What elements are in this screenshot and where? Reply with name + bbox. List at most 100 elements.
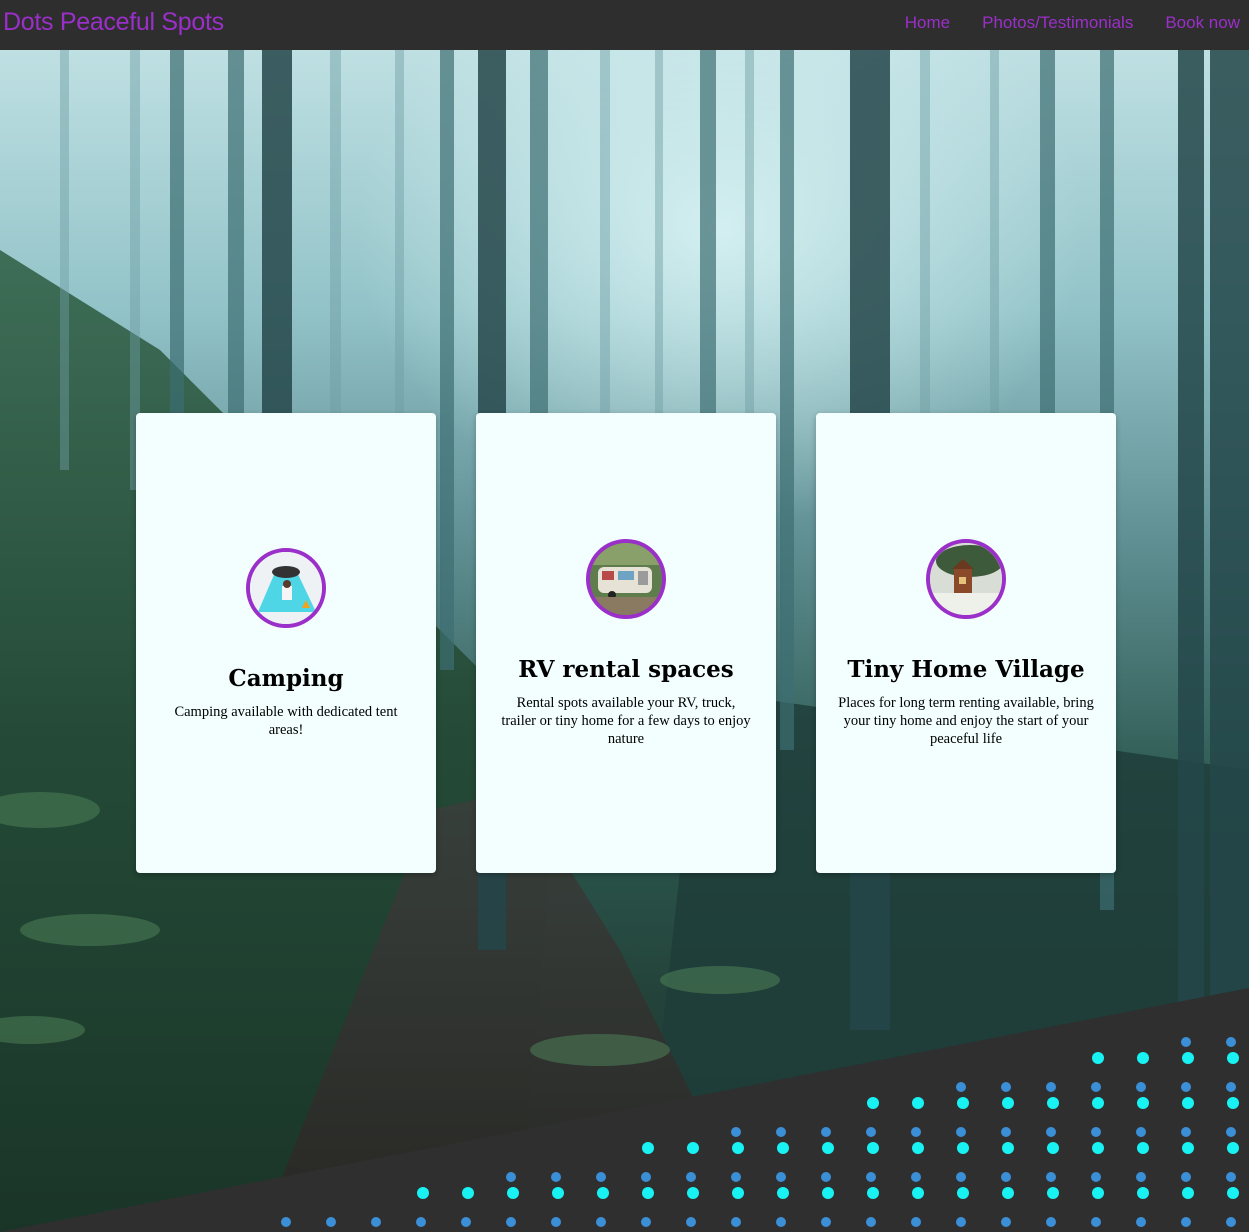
decorative-dot	[1182, 1097, 1194, 1109]
decorative-dot	[642, 1142, 654, 1154]
decorative-dot	[776, 1217, 786, 1227]
decorative-dot	[1046, 1172, 1056, 1182]
decorative-dot	[461, 1217, 471, 1227]
decorative-dot	[1137, 1187, 1149, 1199]
decorative-dot	[1092, 1142, 1104, 1154]
decorative-dot	[822, 1187, 834, 1199]
decorative-dot	[371, 1217, 381, 1227]
navbar: Dots Peaceful Spots Home Photos/Testimon…	[0, 0, 1249, 50]
decorative-dot	[1136, 1127, 1146, 1137]
decorative-dot	[956, 1082, 966, 1092]
decorative-dot	[1001, 1082, 1011, 1092]
decorative-dot	[1092, 1187, 1104, 1199]
decorative-dot	[957, 1097, 969, 1109]
decorative-dot	[551, 1172, 561, 1182]
decorative-dot	[732, 1142, 744, 1154]
decorative-dot	[776, 1172, 786, 1182]
decorative-dot	[1091, 1172, 1101, 1182]
decorative-dot	[956, 1127, 966, 1137]
decorative-dot	[416, 1217, 426, 1227]
decorative-dot	[1227, 1097, 1239, 1109]
decorative-dot	[1226, 1127, 1236, 1137]
decorative-dot	[1092, 1052, 1104, 1064]
decorative-dot	[1001, 1172, 1011, 1182]
decorative-dot	[866, 1217, 876, 1227]
decorative-dot	[1181, 1037, 1191, 1047]
decorative-dot	[1046, 1082, 1056, 1092]
decorative-dot	[731, 1217, 741, 1227]
decorative-dot	[1181, 1127, 1191, 1137]
dots-pattern-band	[0, 988, 1249, 1232]
decorative-dot	[1047, 1142, 1059, 1154]
decorative-dot	[326, 1217, 336, 1227]
decorative-dot	[867, 1097, 879, 1109]
decorative-dot	[912, 1097, 924, 1109]
decorative-dot	[1002, 1142, 1014, 1154]
decorative-dot	[687, 1142, 699, 1154]
decorative-dot	[821, 1127, 831, 1137]
decorative-dot	[1137, 1097, 1149, 1109]
brand-logo-link[interactable]: Dots Peaceful Spots	[3, 8, 224, 37]
decorative-dot	[596, 1172, 606, 1182]
decorative-dot	[1002, 1187, 1014, 1199]
decorative-dot	[552, 1187, 564, 1199]
decorative-dot	[1047, 1187, 1059, 1199]
decorative-dot	[912, 1142, 924, 1154]
decorative-dot	[1092, 1097, 1104, 1109]
decorative-dot	[417, 1187, 429, 1199]
decorative-dot	[1226, 1217, 1236, 1227]
decorative-dot	[956, 1217, 966, 1227]
decorative-dot	[866, 1127, 876, 1137]
nav-link-photos-testimonials[interactable]: Photos/Testimonials	[982, 13, 1133, 33]
decorative-dot	[1226, 1082, 1236, 1092]
decorative-dot	[911, 1217, 921, 1227]
decorative-dot	[911, 1172, 921, 1182]
decorative-dot	[912, 1187, 924, 1199]
decorative-dot	[1181, 1217, 1191, 1227]
decorative-dot	[506, 1172, 516, 1182]
decorative-dot	[957, 1142, 969, 1154]
decorative-dot	[957, 1187, 969, 1199]
decorative-dot	[462, 1187, 474, 1199]
decorative-dot	[1047, 1097, 1059, 1109]
decorative-dot	[1136, 1217, 1146, 1227]
decorative-dot	[507, 1187, 519, 1199]
decorative-dot	[1091, 1082, 1101, 1092]
decorative-dot	[1226, 1037, 1236, 1047]
decorative-dot	[686, 1217, 696, 1227]
decorative-dot	[866, 1172, 876, 1182]
decorative-dot	[1136, 1082, 1146, 1092]
decorative-dot	[1091, 1127, 1101, 1137]
decorative-dot	[867, 1142, 879, 1154]
decorative-dot	[776, 1127, 786, 1137]
decorative-dot	[1226, 1172, 1236, 1182]
decorative-dot	[1181, 1172, 1191, 1182]
nav-link-home[interactable]: Home	[905, 13, 950, 33]
decorative-dot	[1001, 1127, 1011, 1137]
decorative-dot	[777, 1142, 789, 1154]
decorative-dot	[777, 1187, 789, 1199]
decorative-dot	[1046, 1127, 1056, 1137]
decorative-dot	[1137, 1052, 1149, 1064]
decorative-dot	[641, 1217, 651, 1227]
decorative-dot	[1091, 1217, 1101, 1227]
decorative-dot	[281, 1217, 291, 1227]
decorative-dot	[867, 1187, 879, 1199]
decorative-dot	[731, 1172, 741, 1182]
decorative-dot	[551, 1217, 561, 1227]
nav-link-book-now[interactable]: Book now	[1165, 13, 1240, 33]
decorative-dot	[1001, 1217, 1011, 1227]
decorative-dot	[822, 1142, 834, 1154]
decorative-dot	[597, 1187, 609, 1199]
decorative-dot	[821, 1172, 831, 1182]
decorative-dot	[1181, 1082, 1191, 1092]
decorative-dot	[911, 1127, 921, 1137]
decorative-dot	[1227, 1187, 1239, 1199]
decorative-dot	[1046, 1217, 1056, 1227]
decorative-dot	[1182, 1142, 1194, 1154]
decorative-dot	[1227, 1142, 1239, 1154]
decorative-dot	[642, 1187, 654, 1199]
decorative-dot	[1182, 1187, 1194, 1199]
decorative-dot	[1137, 1142, 1149, 1154]
decorative-dot	[732, 1187, 744, 1199]
